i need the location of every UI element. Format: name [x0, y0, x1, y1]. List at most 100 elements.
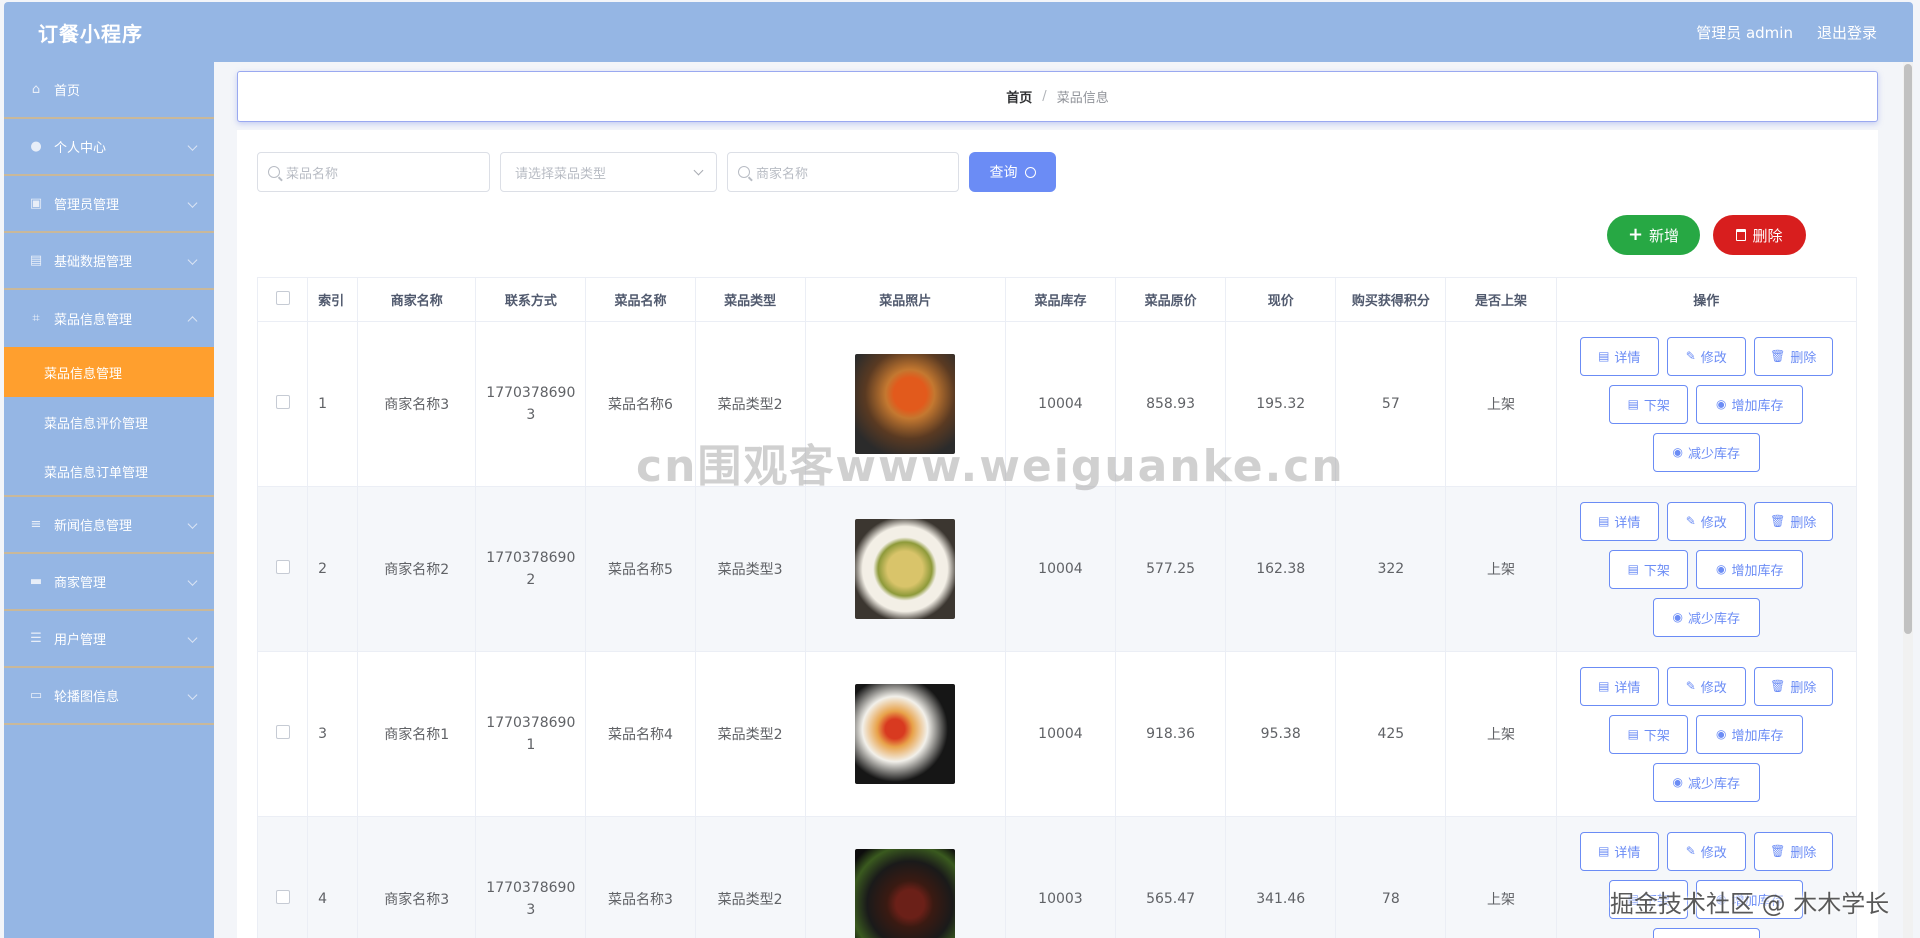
add-stock-button[interactable]: ◉ 增加库存	[1696, 879, 1804, 919]
dish-name-input[interactable]: 菜品名称	[257, 152, 490, 192]
delete-label: 删除	[1790, 845, 1817, 861]
reduce-stock-button[interactable]: ◉减少库存	[1652, 432, 1760, 472]
sidebar-item-dish-info[interactable]: ⌗ 菜品信息管理	[4, 290, 214, 347]
cell-status: 上架	[1445, 486, 1557, 652]
off-shelf-button[interactable]: ▤ 下架	[1609, 714, 1689, 754]
batch-delete-button[interactable]: 删除	[1713, 215, 1806, 255]
add-stock-button[interactable]: ◉ 增加库存	[1696, 384, 1804, 424]
edit-button[interactable]: ✎ 修改	[1666, 831, 1746, 871]
phone-line: 1770378690	[486, 715, 576, 731]
sidebar-item-personal-center[interactable]: ● 个人中心	[4, 119, 214, 176]
column-header: 现价	[1225, 277, 1337, 322]
cell-dish-type: 菜品类型2	[694, 651, 806, 817]
off-shelf-button[interactable]: ▤ 下架	[1609, 879, 1689, 919]
cell-points: 78	[1335, 816, 1447, 938]
dish-photo	[855, 684, 956, 784]
location-icon: ◉	[1716, 562, 1727, 576]
sidebar-item-news[interactable]: ≡ 新闻信息管理	[4, 497, 214, 554]
edit-button[interactable]: ✎ 修改	[1666, 666, 1746, 706]
content-panel: 菜品名称 请选择菜品类型 商家名称 查询 + 新增 删除 索引 商家名称 联系方…	[237, 130, 1878, 938]
detail-button[interactable]: ▤ 详情	[1579, 666, 1659, 706]
chevron-down-icon	[187, 140, 198, 151]
cell-phone: 1770378690 3	[475, 321, 587, 487]
detail-button[interactable]: ▤ 详情	[1579, 336, 1659, 376]
add-button[interactable]: + 新增	[1607, 215, 1700, 255]
phone-line: 3	[526, 407, 536, 423]
cell-current-price: 341.46	[1225, 816, 1337, 938]
add-stock-button[interactable]: ◉ 增加库存	[1696, 549, 1804, 589]
submenu-dish-order[interactable]: 菜品信息订单管理	[4, 447, 214, 497]
add-stock-button[interactable]: ◉ 增加库存	[1696, 714, 1804, 754]
reduce-stock-button[interactable]: ◉减少库存	[1652, 762, 1760, 802]
column-header: 购买获得积分	[1335, 277, 1447, 322]
sidebar-item-users[interactable]: ☰ 用户管理	[4, 611, 214, 668]
cell-current-price: 195.32	[1225, 321, 1337, 487]
table-row: 1 商家名称3 1770378690 3 菜品名称6 菜品类型2 10004 85…	[256, 321, 1858, 487]
column-header: 是否上架	[1445, 277, 1557, 322]
logout-link[interactable]: 退出登录	[1817, 22, 1877, 43]
scrollbar-thumb[interactable]	[1904, 64, 1912, 634]
select-all-checkbox[interactable]	[275, 290, 290, 305]
row-checkbox[interactable]	[275, 395, 290, 409]
dish-table: 索引 商家名称 联系方式 菜品名称 菜品类型 菜品照片 菜品库存 菜品原价 现价…	[256, 277, 1858, 938]
row-select-cell[interactable]	[256, 321, 309, 487]
sidebar-item-carousel[interactable]: ▭ 轮播图信息	[4, 668, 214, 725]
merchant-name-placeholder: 商家名称	[756, 166, 809, 182]
edit-button[interactable]: ✎ 修改	[1666, 501, 1746, 541]
row-checkbox[interactable]	[275, 890, 290, 904]
cell-status: 上架	[1445, 816, 1557, 938]
location-icon: ◉	[1716, 727, 1727, 741]
chevron-down-icon	[693, 165, 704, 176]
add-stock-label: 增加库存	[1731, 398, 1784, 414]
detail-button[interactable]: ▤ 详情	[1579, 831, 1659, 871]
sidebar-item-home[interactable]: ⌂ 首页	[4, 62, 214, 119]
dish-type-select[interactable]: 请选择菜品类型	[500, 152, 717, 192]
chevron-down-icon	[187, 518, 198, 529]
merchant-name-input[interactable]: 商家名称	[727, 152, 959, 192]
document-icon: ▤	[1598, 349, 1610, 363]
off-shelf-label: 下架	[1643, 893, 1670, 909]
phone-line: 1770378690	[486, 880, 576, 896]
sidebar-item-label: 基础数据管理	[54, 255, 133, 270]
row-select-cell[interactable]	[256, 486, 309, 652]
row-checkbox[interactable]	[275, 560, 290, 574]
vertical-scrollbar[interactable]	[1903, 62, 1913, 938]
row-actions: ▤ 详情 ✎ 修改 🗑 删除 ▤ 下架 ◉ 增加库存 ◉ 减少库存	[1557, 501, 1856, 637]
sidebar-item-label: 菜品信息管理	[54, 313, 133, 328]
row-select-cell[interactable]	[256, 651, 309, 817]
submenu-dish-review[interactable]: 菜品信息评价管理	[4, 397, 214, 447]
current-user[interactable]: 管理员 admin	[1696, 22, 1793, 43]
cell-photo	[804, 651, 1006, 817]
submenu-dish-info[interactable]: 菜品信息管理	[4, 347, 214, 397]
delete-row-button[interactable]: 🗑 删除	[1753, 501, 1833, 541]
row-select-cell[interactable]	[256, 816, 309, 938]
cell-merchant: 商家名称3	[357, 321, 477, 487]
off-shelf-label: 下架	[1643, 563, 1670, 579]
table-header-row: 索引 商家名称 联系方式 菜品名称 菜品类型 菜品照片 菜品库存 菜品原价 现价…	[256, 277, 1858, 322]
chevron-down-icon	[187, 197, 198, 208]
reduce-stock-button[interactable]: ◉减少库存	[1652, 927, 1760, 938]
cell-index: 4	[307, 816, 359, 938]
edit-button[interactable]: ✎ 修改	[1666, 336, 1746, 376]
reduce-stock-button[interactable]: ◉减少库存	[1652, 597, 1760, 637]
cell-points: 57	[1335, 321, 1447, 487]
detail-button[interactable]: ▤ 详情	[1579, 501, 1659, 541]
delete-row-button[interactable]: 🗑 删除	[1753, 831, 1833, 871]
off-shelf-button[interactable]: ▤ 下架	[1609, 549, 1689, 589]
dish-name-placeholder: 菜品名称	[286, 166, 339, 182]
sidebar-item-admin-management[interactable]: ▣ 管理员管理	[4, 176, 214, 233]
sidebar-item-merchant[interactable]: ▬ 商家管理	[4, 554, 214, 611]
search-icon	[738, 166, 750, 178]
breadcrumb-home[interactable]: 首页	[1006, 87, 1032, 106]
column-header: 操作	[1555, 277, 1858, 322]
cell-dish-name: 菜品名称6	[585, 321, 696, 487]
delete-row-button[interactable]: 🗑 删除	[1753, 336, 1833, 376]
select-all-cell[interactable]	[256, 277, 309, 322]
row-checkbox[interactable]	[275, 725, 290, 739]
query-button[interactable]: 查询	[969, 152, 1056, 192]
dish-photo	[855, 354, 956, 454]
off-shelf-button[interactable]: ▤ 下架	[1609, 384, 1689, 424]
delete-row-button[interactable]: 🗑 删除	[1753, 666, 1833, 706]
sidebar-item-basic-data[interactable]: ▤ 基础数据管理	[4, 233, 214, 290]
phone-line: 1	[526, 737, 536, 753]
